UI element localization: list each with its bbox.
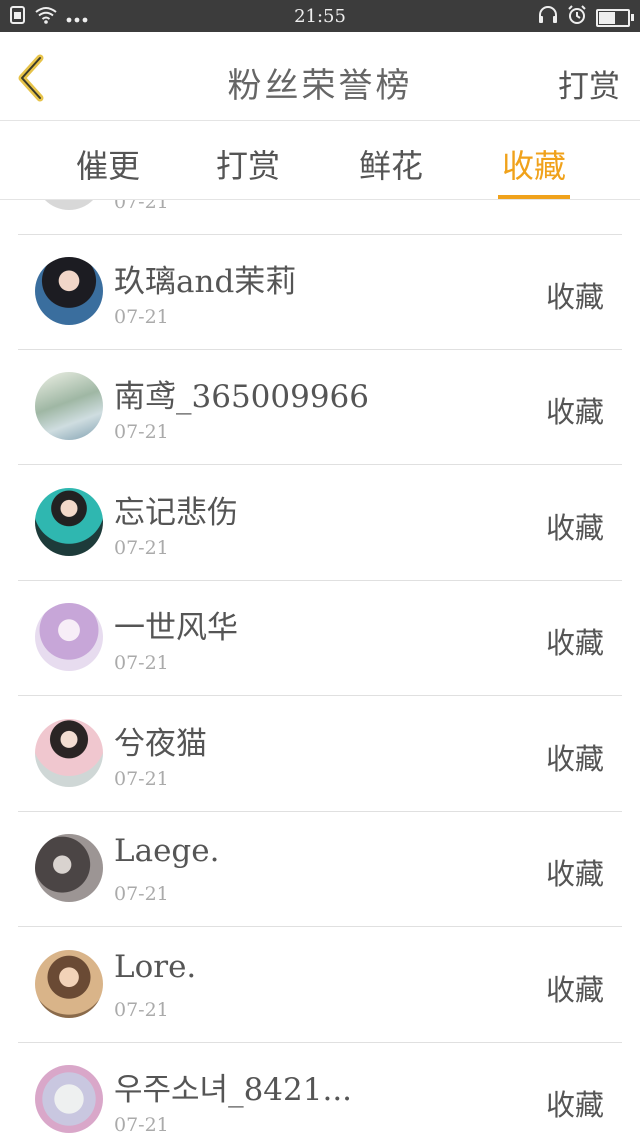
status-right-icons xyxy=(538,5,634,30)
list-item-name: Lore. xyxy=(114,949,197,985)
alarm-icon xyxy=(567,5,587,30)
list-item-date: 07-21 xyxy=(114,999,169,1021)
avatar xyxy=(35,1065,103,1133)
list-item[interactable]: 一世风华 07-21 收藏 xyxy=(18,580,622,696)
avatar xyxy=(35,603,103,671)
list-item-date: 07-21 xyxy=(114,421,169,443)
avatar xyxy=(35,834,103,902)
battery-level xyxy=(599,11,615,24)
status-bar: 21:55 xyxy=(0,0,640,32)
list-item-name: 一世风华 xyxy=(114,610,238,646)
list-item-date: 07-21 xyxy=(114,768,169,790)
avatar xyxy=(35,200,103,210)
list-item[interactable]: 玖璃and茉莉 07-21 收藏 xyxy=(18,234,622,350)
list-item-name: 玖璃and茉莉 xyxy=(114,264,297,300)
list-item-date: 07-21 xyxy=(114,306,169,328)
avatar xyxy=(35,950,103,1018)
app-header: 粉丝荣誉榜 打赏 xyxy=(0,32,640,121)
list-item-name: 우주소녀_8421... xyxy=(114,1072,353,1108)
list-item-action[interactable]: 收藏 xyxy=(546,620,604,662)
list-item[interactable]: Lore. 07-21 收藏 xyxy=(18,927,622,1043)
list-item[interactable]: 兮夜猫 07-21 收藏 xyxy=(18,696,622,812)
reward-button[interactable]: 打赏 xyxy=(558,61,620,106)
list-item-date: 07-21 xyxy=(114,652,169,674)
fan-list[interactable]: 07-21 玖璃and茉莉 07-21 收藏 南鸢_365009966 07-2… xyxy=(0,200,640,1138)
list-item-action[interactable]: 收藏 xyxy=(546,736,604,778)
list-item-action[interactable]: 收藏 xyxy=(546,851,604,893)
avatar xyxy=(35,719,103,787)
avatar xyxy=(35,372,103,440)
list-item-action[interactable]: 收藏 xyxy=(546,274,604,316)
avatar xyxy=(35,488,103,556)
list-item-action[interactable]: 收藏 xyxy=(546,1082,604,1124)
list-item-date: 07-21 xyxy=(114,537,169,559)
list-item-action[interactable]: 收藏 xyxy=(546,505,604,547)
tab-flowers[interactable]: 鲜花 xyxy=(331,141,451,197)
list-item-name: 南鸢_365009966 xyxy=(114,379,370,415)
list-item[interactable]: 우주소녀_8421... 07-21 收藏 xyxy=(18,1042,622,1138)
list-item-date: 07-21 xyxy=(114,883,169,905)
avatar xyxy=(35,257,103,325)
tab-favorites[interactable]: 收藏 xyxy=(474,141,594,199)
tab-reward[interactable]: 打赏 xyxy=(188,141,308,197)
list-item[interactable]: Laege. 07-21 收藏 xyxy=(18,811,622,927)
list-item-name: 兮夜猫 xyxy=(114,726,207,762)
list-item-date: 07-21 xyxy=(114,200,169,213)
list-item-date: 07-21 xyxy=(114,1114,169,1136)
tab-urge[interactable]: 催更 xyxy=(48,141,168,197)
page-title: 粉丝荣誉榜 xyxy=(227,66,413,106)
list-item[interactable]: 忘记悲伤 07-21 收藏 xyxy=(18,465,622,581)
list-item-action[interactable]: 收藏 xyxy=(546,967,604,1009)
list-item-name: 忘记悲伤 xyxy=(114,495,238,531)
list-item[interactable]: 南鸢_365009966 07-21 收藏 xyxy=(18,349,622,465)
battery-icon xyxy=(596,8,634,27)
list-item-name: Laege. xyxy=(114,833,220,869)
list-item-action[interactable]: 收藏 xyxy=(546,389,604,431)
list-item[interactable]: 07-21 xyxy=(18,200,622,235)
headset-icon xyxy=(538,6,558,29)
tab-bar: 催更 打赏 鲜花 收藏 xyxy=(0,121,640,200)
